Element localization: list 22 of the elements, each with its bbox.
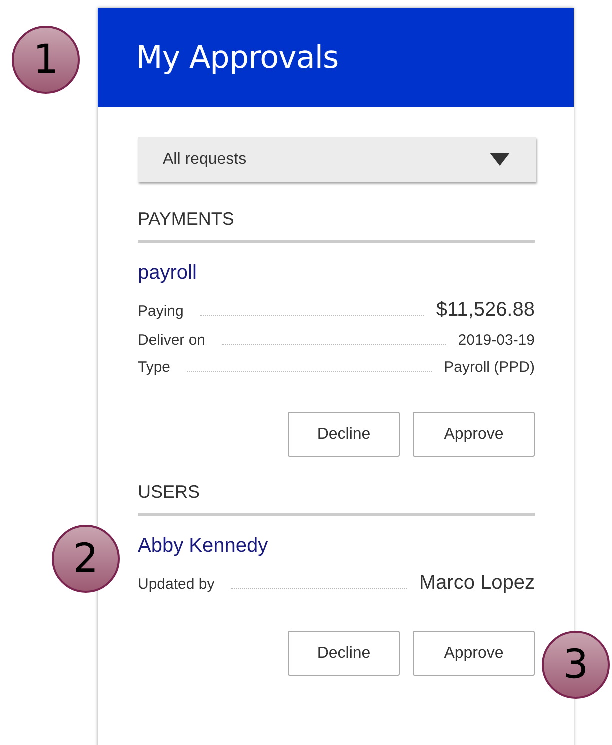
field-value: 2019-03-19 (458, 332, 535, 349)
action-button[interactable]: Decline (288, 631, 400, 676)
action-button[interactable]: Approve (413, 412, 535, 457)
item-title[interactable]: Abby Kennedy (138, 534, 535, 558)
field-label: Paying (138, 303, 184, 320)
action-button[interactable]: Decline (288, 412, 400, 457)
section-heading: USERS (138, 481, 202, 503)
field-label: Updated by (138, 576, 215, 593)
field-label: Deliver on (138, 332, 206, 349)
field-value: Payroll (PPD) (444, 359, 535, 376)
section-heading: PAYMENTS (138, 208, 236, 230)
item-title[interactable]: payroll (138, 261, 535, 285)
callout-badge: 3 (542, 631, 610, 699)
filter-dropdown[interactable]: All requests (138, 137, 536, 182)
callout-badge: 1 (12, 26, 80, 94)
field-label: Type (138, 359, 171, 376)
callout-badge: 2 (52, 525, 120, 593)
page-title: My Approvals (136, 40, 339, 76)
caret-icon (490, 153, 510, 166)
field-value: $11,526.88 (436, 299, 535, 322)
action-button[interactable]: Approve (413, 631, 535, 676)
field-value: Marco Lopez (419, 572, 535, 595)
